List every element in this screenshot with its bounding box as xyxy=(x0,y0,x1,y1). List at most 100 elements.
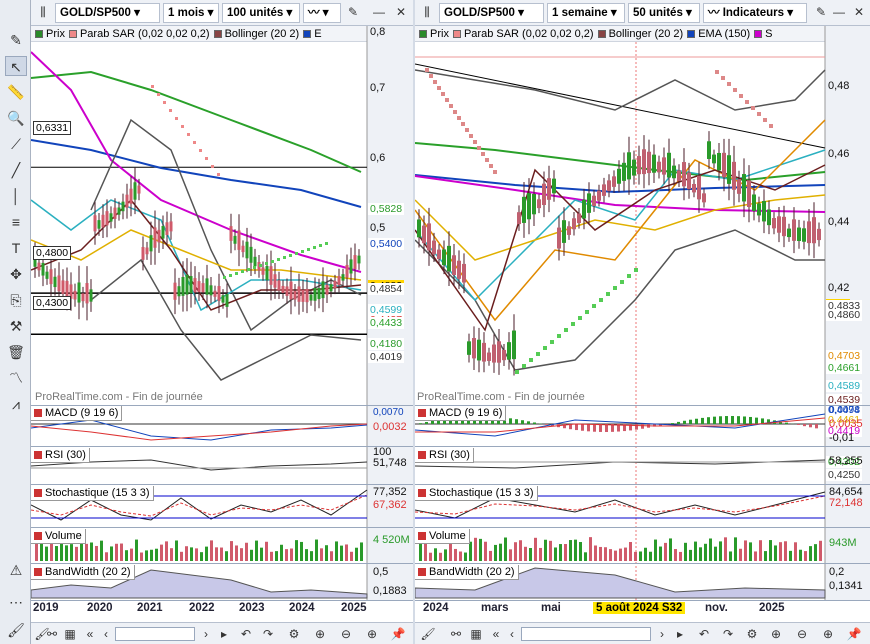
candle xyxy=(817,228,821,241)
volume-bar xyxy=(789,550,792,561)
sar-dot xyxy=(163,101,166,104)
rsi-header[interactable]: RSI (30) xyxy=(31,448,90,463)
pin-icon[interactable]: 📌 xyxy=(845,626,863,642)
scroll-right-icon[interactable]: › xyxy=(653,626,671,642)
pencil-icon[interactable]: ✎ xyxy=(5,30,27,50)
tools-icon[interactable]: ⚒ xyxy=(5,316,27,336)
chart-settings-icon[interactable]: ⚙ xyxy=(743,626,761,642)
zoom-in-icon[interactable]: ⊕ xyxy=(819,626,837,642)
scroll-left-icon[interactable]: ‹ xyxy=(503,626,521,642)
volume-bar xyxy=(345,544,348,561)
grid-icon[interactable]: ▦ xyxy=(467,626,485,642)
zoom-reset-icon[interactable]: ⊕ xyxy=(767,626,785,642)
brush-icon[interactable]: 🖌 xyxy=(5,620,27,640)
indicator-icon[interactable]: 〽 xyxy=(5,368,27,388)
zoom-out-icon[interactable]: ⊖ xyxy=(793,626,811,642)
volume-bar xyxy=(235,545,238,561)
macd-title: MACD (9 19 6) xyxy=(45,407,119,419)
volume-bar xyxy=(714,546,717,561)
macd-header[interactable]: MACD (9 19 6) xyxy=(31,406,123,421)
volume-bar xyxy=(559,544,562,561)
link-icon[interactable]: ⚯ xyxy=(43,626,61,642)
macd-header[interactable]: MACD (9 19 6) xyxy=(415,406,507,421)
pointer-icon[interactable]: ↖ xyxy=(5,56,27,76)
move-icon[interactable]: ✥ xyxy=(5,264,27,284)
stoch-header[interactable]: Stochastique (15 3 3) xyxy=(31,486,154,501)
time-scrollbar[interactable] xyxy=(521,627,651,641)
stoch-value-2: 67,362 xyxy=(373,499,407,511)
volume-bar xyxy=(135,539,138,561)
alert-icon[interactable]: ⚠ xyxy=(5,560,27,580)
chart-settings-icon[interactable]: ⚙ xyxy=(285,626,303,642)
sar-dot xyxy=(543,346,547,350)
link-icon[interactable]: ⚯ xyxy=(447,626,465,642)
level-label-1[interactable]: 0,6331 xyxy=(33,121,72,135)
fibonacci-icon[interactable]: ≡ xyxy=(5,212,27,232)
price-tag: 0,4250 xyxy=(826,469,863,482)
volume-bar xyxy=(140,552,143,561)
candle xyxy=(722,152,726,178)
price-axis-label: 0,8 xyxy=(370,26,386,38)
scroll-end-icon[interactable]: ▸ xyxy=(215,626,233,642)
candle xyxy=(657,161,661,173)
candle xyxy=(113,207,117,219)
copy-icon[interactable]: ⎘ xyxy=(5,290,27,310)
redo-icon[interactable]: ↷ xyxy=(259,626,277,642)
text-icon[interactable]: T xyxy=(5,238,27,258)
time-scrollbar[interactable] xyxy=(115,627,195,641)
volume-bar xyxy=(45,546,48,561)
candle xyxy=(792,219,796,241)
candle xyxy=(157,229,161,243)
trend-icon[interactable]: ⩘ xyxy=(5,394,27,414)
stoch-title: Stochastique (15 3 3) xyxy=(429,487,534,499)
level-label-3[interactable]: 0,4300 xyxy=(33,296,72,310)
macd-histogram xyxy=(599,424,602,432)
undo-icon[interactable]: ↶ xyxy=(695,626,713,642)
volume-bar xyxy=(529,548,532,561)
scroll-end-icon[interactable]: ▸ xyxy=(671,626,689,642)
line-icon[interactable]: ╱ xyxy=(5,160,27,180)
sar-dot xyxy=(441,92,445,96)
zoom-out-icon[interactable]: ⊖ xyxy=(337,626,355,642)
volume-bar xyxy=(539,547,542,561)
stoch-header[interactable]: Stochastique (15 3 3) xyxy=(415,486,538,501)
right-price-chart[interactable] xyxy=(415,0,870,600)
zoom-icon[interactable]: 🔍 xyxy=(5,108,27,128)
volume-bar xyxy=(499,543,502,561)
bollinger-lower xyxy=(415,229,825,371)
segment-icon[interactable]: ⟋ xyxy=(5,134,27,154)
undo-icon[interactable]: ↶ xyxy=(237,626,255,642)
volume-header[interactable]: Volume xyxy=(415,529,470,544)
volume-bar xyxy=(150,549,153,561)
ruler-icon[interactable]: 📏 xyxy=(5,82,27,102)
volume-bar xyxy=(604,547,607,561)
candle xyxy=(717,152,721,171)
redo-icon[interactable]: ↷ xyxy=(719,626,737,642)
trash-icon[interactable]: 🗑 xyxy=(5,342,27,362)
cursor-date-label: 5 août 2024 S32 xyxy=(593,602,686,614)
grid-icon[interactable]: ▦ xyxy=(61,626,79,642)
rsi-header[interactable]: RSI (30) xyxy=(415,448,474,463)
macd-title: MACD (9 19 6) xyxy=(429,407,503,419)
sar-dot xyxy=(433,80,437,84)
level-label-2[interactable]: 0,4800 xyxy=(33,246,72,260)
pin-icon[interactable]: 📌 xyxy=(389,626,407,642)
volume-bar xyxy=(739,548,742,561)
volume-header[interactable]: Volume xyxy=(31,529,86,544)
bandwidth-header[interactable]: BandWidth (20 2) xyxy=(415,565,519,580)
zoom-reset-icon[interactable]: ⊕ xyxy=(311,626,329,642)
rsi-title: RSI (30) xyxy=(45,449,86,461)
horizontal-line-icon[interactable]: │ xyxy=(5,186,27,206)
left-price-chart[interactable] xyxy=(31,0,413,600)
scroll-right-icon[interactable]: › xyxy=(197,626,215,642)
sar-dot xyxy=(247,268,250,271)
stoch-value-2: 72,148 xyxy=(829,497,863,509)
scroll-left-icon[interactable]: ‹ xyxy=(97,626,115,642)
brush-icon[interactable]: 🖌 xyxy=(419,626,437,642)
candle xyxy=(472,338,476,359)
bandwidth-header[interactable]: BandWidth (20 2) xyxy=(31,565,135,580)
candle xyxy=(313,288,317,301)
zoom-in-icon[interactable]: ⊕ xyxy=(363,626,381,642)
more-icon[interactable]: ⋯ xyxy=(5,592,27,612)
candle xyxy=(622,162,626,181)
